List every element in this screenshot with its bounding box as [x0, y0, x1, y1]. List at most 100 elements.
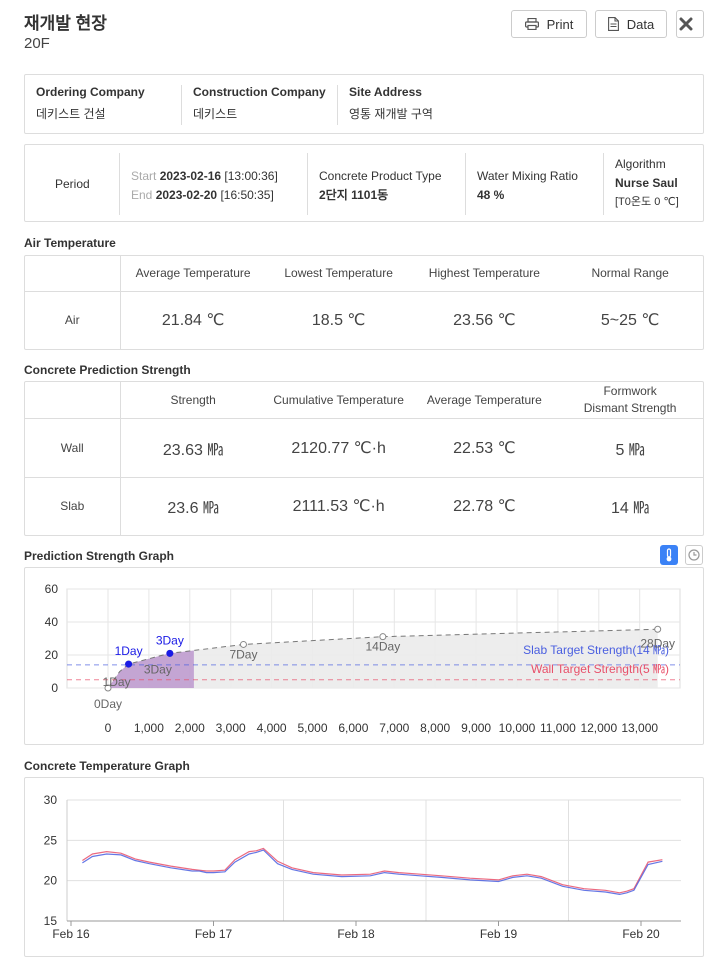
x-tick-label: 12,000 — [580, 721, 617, 735]
start-label: Start — [131, 169, 157, 183]
divider — [337, 85, 338, 125]
y-tick-label: 15 — [44, 914, 58, 928]
site-address-value: 영통 재개발 구역 — [349, 107, 433, 121]
table-header-row: Strength Cumulative Temperature Average … — [25, 382, 703, 418]
table-row: Air 21.84 ℃ 18.5 ℃ 23.56 ℃ 5~25 ℃ — [25, 290, 703, 349]
table-cell: 2120.77 ℃·h — [265, 417, 412, 478]
day-label: 28Day — [640, 636, 675, 650]
period-panel: Period Start 2023-02-16 [13:00:36] End 2… — [24, 144, 704, 222]
page-title: 재개발 현장 — [24, 14, 107, 33]
day-label: 14Day — [366, 640, 401, 654]
table-row: Wall 23.63 ㎫ 2120.77 ℃·h 22.53 ℃ 5 ㎫ — [25, 417, 703, 478]
start-time: [13:00:36] — [224, 169, 278, 183]
y-tick-label: 20 — [45, 648, 59, 662]
thermometer-toggle-button[interactable] — [660, 545, 678, 565]
y-tick-label: 25 — [44, 833, 58, 847]
table-header-row: Average Temperature Lowest Temperature H… — [25, 256, 703, 291]
row-label: Wall — [25, 417, 121, 478]
column-header: Average Temperature — [135, 266, 251, 281]
construction-company-value: 데키스트 — [193, 107, 238, 121]
ordering-company: Ordering Company 데키스트 건설 — [36, 85, 145, 122]
ordering-company-label: Ordering Company — [36, 85, 145, 99]
temperature-graph-title: Concrete Temperature Graph — [24, 759, 190, 773]
x-tick-label: 9,000 — [461, 721, 491, 735]
row-label: Air — [25, 290, 121, 349]
y-tick-label: 0 — [51, 681, 58, 695]
construction-company-label: Construction Company — [193, 85, 326, 99]
close-button[interactable] — [676, 10, 704, 38]
start-date: 2023-02-16 — [159, 169, 222, 183]
print-button[interactable]: Print — [511, 10, 587, 38]
table-cell: 22.78 ℃ — [411, 476, 558, 535]
company-info-panel: Ordering Company 데키스트 건설 Construction Co… — [24, 74, 704, 134]
site-address: Site Address 영통 재개발 구역 — [349, 85, 433, 122]
document-icon — [607, 17, 619, 31]
x-tick-label: 7,000 — [379, 721, 409, 735]
period-dates: Start 2023-02-16 [13:00:36] End 2023-02-… — [131, 167, 278, 205]
strength-graph: 0 20 40 60 0 1,000 2,000 3,000 4,000 5,000 6,000 7,… — [45, 582, 681, 735]
x-tick-label: Feb 19 — [480, 927, 518, 941]
current-point — [166, 649, 174, 657]
divider — [119, 153, 120, 215]
column-header: Normal Range — [591, 266, 669, 281]
strength-graph-panel: 0 20 40 60 0 1,000 2,000 3,000 4,000 5,000 6,000 7,… — [24, 567, 704, 745]
ordering-company-value: 데키스트 건설 — [36, 107, 106, 121]
x-tick-label: 6,000 — [338, 721, 368, 735]
day-label: 1Day — [103, 675, 131, 689]
table-cell: 23.63 ㎫ — [120, 417, 266, 478]
table-cell: 14 ㎫ — [557, 476, 703, 535]
algorithm: Algorithm Nurse Saul [T0온도 0 ℃] — [615, 155, 679, 212]
x-tick-label: 3,000 — [216, 721, 246, 735]
floor-label: 20F — [24, 35, 50, 52]
temperature-series-line — [82, 847, 663, 894]
x-tick-label: 5,000 — [297, 721, 327, 735]
temperature-graph: 15 20 25 30 Feb 16 Feb 17 Feb 18 Feb 19 Feb 20 — [44, 793, 712, 941]
product-type-value: 2단지 1101동 — [319, 188, 389, 202]
product-type: Concrete Product Type 2단지 1101동 — [319, 167, 442, 205]
x-tick-label: 11,000 — [540, 721, 576, 735]
site-address-label: Site Address — [349, 85, 422, 99]
column-header: Strength — [170, 392, 216, 407]
printer-icon — [524, 18, 539, 30]
water-ratio: Water Mixing Ratio 48 % — [477, 167, 578, 205]
clock-icon — [688, 549, 700, 561]
current-point-label: 3Day — [156, 633, 184, 647]
x-tick-label: 2,000 — [175, 721, 205, 735]
end-date: 2023-02-20 — [155, 188, 218, 202]
table-row: Slab 23.6 ㎫ 2111.53 ℃·h 22.78 ℃ 14 ㎫ — [25, 476, 703, 535]
x-tick-label: 4,000 — [257, 721, 287, 735]
divider — [181, 85, 182, 125]
day-label: 0Day — [94, 697, 122, 711]
prediction-strength-table: Strength Cumulative Temperature Average … — [24, 381, 704, 536]
table-cell: 18.5 ℃ — [265, 290, 412, 349]
x-tick-label: 13,000 — [621, 721, 658, 735]
row-label: Slab — [25, 476, 121, 535]
column-header: Cumulative Temperature — [273, 392, 404, 407]
algorithm-value: Nurse Saul — [615, 176, 678, 190]
x-tick-label: 8,000 — [420, 721, 450, 735]
prediction-strength-title: Concrete Prediction Strength — [24, 363, 191, 377]
y-tick-label: 40 — [45, 615, 59, 629]
x-tick-label: Feb 17 — [195, 927, 233, 941]
y-tick-label: 60 — [45, 582, 59, 596]
x-tick-label: Feb 18 — [337, 927, 375, 941]
current-point — [125, 660, 133, 668]
day-label: 3Day — [144, 662, 172, 676]
wall-target-label: Wall Target Strength(5 ㎫) — [531, 662, 669, 676]
x-tick-label: 1,000 — [134, 721, 164, 735]
x-tick-label: Feb 20 — [622, 927, 660, 941]
period-label: Period — [55, 177, 90, 191]
x-tick-label: 0 — [105, 721, 112, 735]
data-button[interactable]: Data — [595, 10, 667, 38]
thermometer-icon — [666, 548, 672, 562]
table-cell: 21.84 ℃ — [120, 290, 266, 349]
y-tick-label: 30 — [44, 793, 58, 807]
water-ratio-label: Water Mixing Ratio — [477, 169, 578, 183]
table-cell: 5 ㎫ — [557, 417, 703, 478]
close-icon — [679, 17, 693, 31]
end-label: End — [131, 188, 153, 202]
divider — [603, 153, 604, 215]
current-point-label: 1Day — [115, 644, 143, 658]
print-label: Print — [546, 16, 574, 32]
clock-toggle-button[interactable] — [685, 545, 703, 565]
